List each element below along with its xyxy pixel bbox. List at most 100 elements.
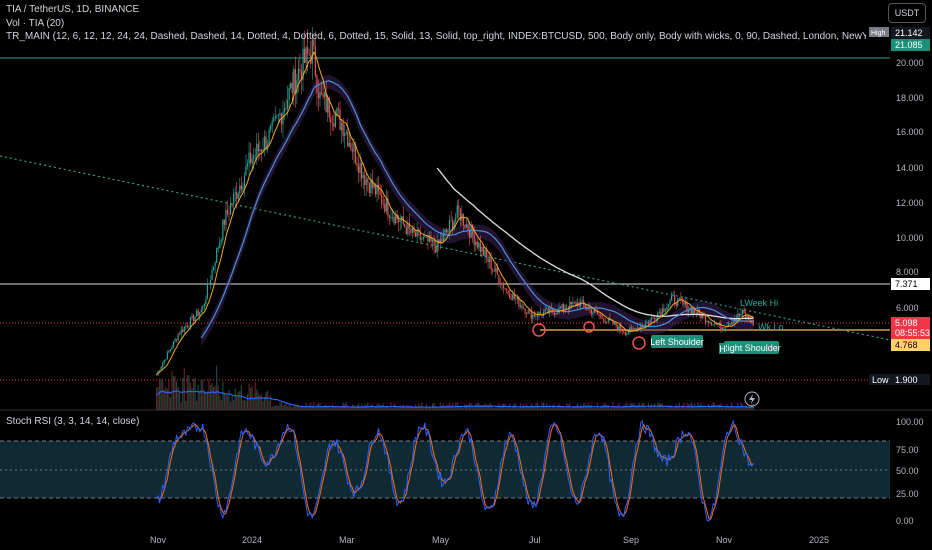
rsi-axis[interactable]: 100.00 75.00 50.00 25.00 0.00 xyxy=(896,417,924,526)
candle-body xyxy=(294,68,296,94)
time-tick: Sep xyxy=(623,535,639,545)
candle-body xyxy=(598,314,600,316)
candle-body xyxy=(596,311,599,315)
candle-body xyxy=(717,324,719,326)
volume-bar xyxy=(575,405,577,410)
candle-body xyxy=(615,322,617,327)
candle-body xyxy=(236,192,238,199)
trading-chart[interactable]: Left Shoulder Right Shoulder H LWeek Hi … xyxy=(0,0,932,550)
time-tick: 2025 xyxy=(809,535,829,545)
volume-bar xyxy=(428,407,431,410)
price-pane[interactable]: Left Shoulder Right Shoulder H LWeek Hi … xyxy=(0,26,932,498)
candle-body xyxy=(740,314,742,316)
candle-body xyxy=(242,186,244,190)
candle-body xyxy=(667,304,670,307)
volume-bar xyxy=(246,394,249,410)
ma-white-line xyxy=(436,167,754,320)
candle-body xyxy=(229,204,232,215)
candle-body xyxy=(621,329,623,332)
volume-bar xyxy=(347,404,349,410)
candle-body xyxy=(683,302,685,305)
candle-body xyxy=(196,310,198,317)
volume-bar xyxy=(589,405,591,410)
volume-bar xyxy=(271,406,273,410)
week-hi-label: LWeek Hi xyxy=(740,298,778,308)
volume-bar xyxy=(655,407,657,410)
candle-body xyxy=(592,312,594,315)
candle-body xyxy=(192,315,195,322)
volume-bar xyxy=(226,395,229,410)
volume-bar xyxy=(555,407,557,410)
volume-bar xyxy=(492,406,494,410)
volume-bar xyxy=(179,392,181,410)
candle-body xyxy=(709,322,711,324)
candle-body xyxy=(273,118,275,122)
candle-body xyxy=(455,217,457,222)
time-axis[interactable]: Nov 2024 Mar May Jul Sep Nov 2025 xyxy=(150,535,829,545)
candle-body xyxy=(348,142,350,147)
candle-body xyxy=(251,158,253,164)
volume-bar xyxy=(450,405,452,410)
volume-bar xyxy=(550,407,552,410)
volume-bar xyxy=(277,406,279,410)
volume-bar xyxy=(692,405,694,410)
volume-bar xyxy=(157,387,159,410)
volume-bar xyxy=(368,407,370,410)
price-tick: 12.000 xyxy=(896,198,924,208)
volume-bar xyxy=(155,387,158,410)
candle-body xyxy=(411,227,414,233)
candle-body xyxy=(327,97,329,113)
volume-bar xyxy=(287,406,289,410)
volume-bar xyxy=(197,384,199,410)
volume-bar xyxy=(214,385,216,410)
candle-body xyxy=(509,293,511,299)
volume-bar xyxy=(421,402,423,410)
price-tick: 16.000 xyxy=(896,127,924,137)
volume-bar xyxy=(307,407,309,410)
candle-body xyxy=(199,312,201,316)
candle-body xyxy=(490,258,492,270)
volume-bar xyxy=(592,407,594,410)
candle-body xyxy=(351,149,353,152)
rsi-tick: 25.00 xyxy=(896,489,919,499)
volume-bar xyxy=(721,407,724,410)
candle-body xyxy=(422,236,424,240)
candle-body xyxy=(738,313,741,316)
candle-body xyxy=(581,300,583,302)
candle-body xyxy=(382,203,384,205)
volume-bar xyxy=(192,378,195,410)
volume-bar xyxy=(262,400,264,410)
volume-bar xyxy=(211,383,213,410)
candle-body xyxy=(337,108,340,110)
candle-body xyxy=(347,132,349,147)
volume-bar xyxy=(242,400,244,410)
candle-body xyxy=(626,333,628,335)
volume-bar xyxy=(168,378,170,410)
volume-bar xyxy=(462,407,465,410)
candle-body xyxy=(283,108,286,113)
candle-body xyxy=(646,322,648,324)
candle-body xyxy=(481,246,483,252)
candle-body xyxy=(404,224,406,228)
candle-body xyxy=(243,175,246,187)
volume-bar xyxy=(745,405,747,410)
volume-bar xyxy=(637,404,639,410)
candle-body xyxy=(633,328,636,330)
candle-body xyxy=(168,351,170,353)
rsi-tick: 100.00 xyxy=(896,417,924,427)
candle-body xyxy=(297,69,300,80)
currency-button[interactable]: USDT xyxy=(888,3,926,23)
candle-body xyxy=(498,274,500,284)
candle-body xyxy=(629,327,631,333)
volume-bar xyxy=(169,397,172,410)
candle-body xyxy=(604,322,606,323)
candle-body xyxy=(163,360,165,364)
price-axis[interactable]: 20.000 18.000 16.000 14.000 12.000 10.00… xyxy=(869,27,930,385)
candle-body xyxy=(476,241,478,248)
candle-body xyxy=(320,92,323,95)
candle-body xyxy=(479,242,481,252)
candle-body xyxy=(627,332,630,334)
candle-body xyxy=(624,332,626,335)
time-tick: Nov xyxy=(150,535,167,545)
volume-bar xyxy=(401,407,403,410)
